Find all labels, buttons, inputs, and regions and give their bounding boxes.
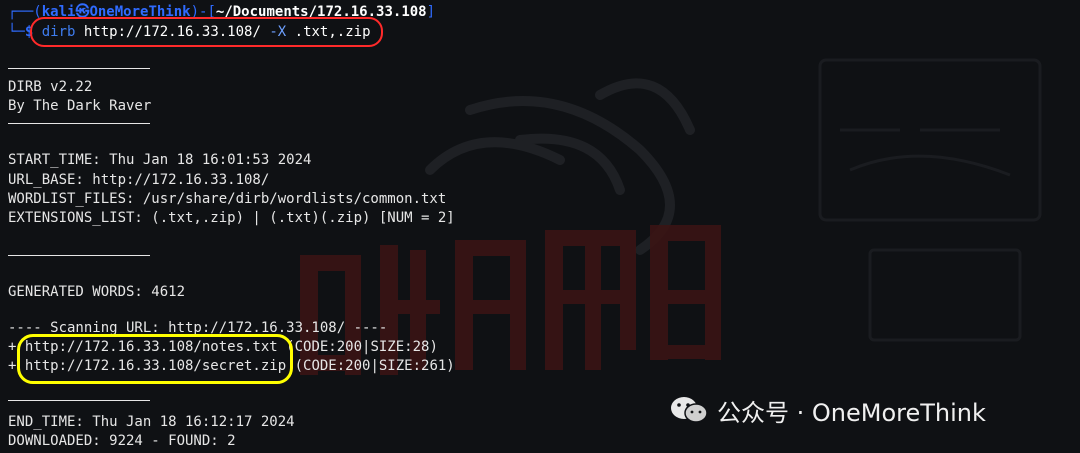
start-time: START_TIME: Thu Jan 18 16:01:53 2024 <box>8 152 312 168</box>
results-highlight <box>17 334 293 384</box>
banner-author: By The Dark Raver <box>8 98 152 114</box>
extensions-list: EXTENSIONS_LIST: (.txt,.zip) | (.txt)(.z… <box>8 210 455 226</box>
divider <box>8 68 150 69</box>
wechat-icon <box>671 397 708 423</box>
command-highlight <box>30 17 383 47</box>
divider <box>8 123 150 124</box>
wordlist-files: WORDLIST_FILES: /usr/share/dirb/wordlist… <box>8 191 447 207</box>
result-meta: (CODE:200|SIZE:28) <box>277 339 438 355</box>
background-art <box>300 58 1042 375</box>
divider <box>8 255 150 256</box>
result-meta: (CODE:200|SIZE:261) <box>286 358 455 374</box>
downloaded-count: DOWNLOADED: 9224 - FOUND: 2 <box>8 433 236 449</box>
generated-words: GENERATED WORDS: 4612 <box>8 284 186 300</box>
end-time: END_TIME: Thu Jan 18 16:12:17 2024 <box>8 414 295 430</box>
divider <box>8 400 150 401</box>
banner-name: DIRB v2.22 <box>8 79 93 95</box>
prompt-arrow: └─ <box>8 24 25 40</box>
terminal-window[interactable]: ┌──(kali㉿OneMoreThink)-[~/Documents/172.… <box>0 0 1080 453</box>
url-base: URL_BASE: http://172.16.33.108/ <box>8 172 270 188</box>
watermark: 公众号 · OneMoreThink <box>669 393 986 427</box>
prompt-close: ] <box>426 4 436 20</box>
watermark-label: 公众号 · OneMoreThink <box>717 398 986 427</box>
